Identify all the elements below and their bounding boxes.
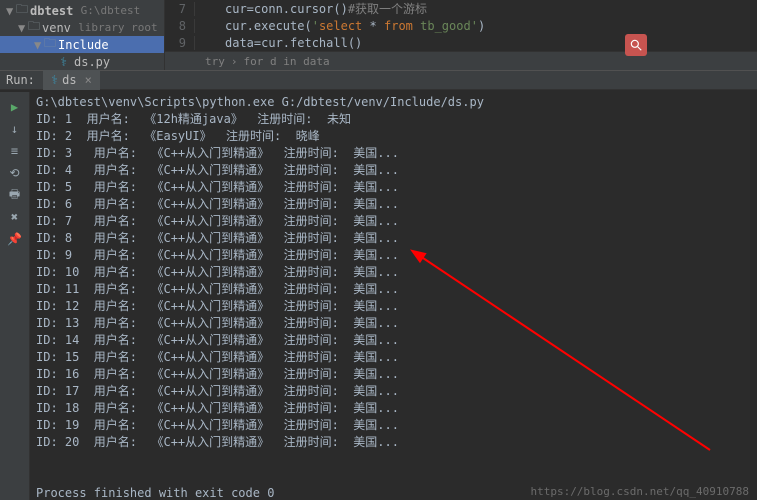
console-cmd: G:\dbtest\venv\Scripts\python.exe G:/dbt… [36,95,484,109]
tree-item[interactable]: ⚕ds.py [0,53,164,70]
python-icon: ⚕ [51,73,58,87]
code-line[interactable]: 9data=cur.fetchall() [165,34,757,51]
print-icon[interactable]: 🖶 [0,184,29,206]
project-root-name: dbtest [30,4,73,18]
rerun-button[interactable]: ▶ [0,96,29,118]
project-root-path: G:\dbtest [81,4,141,17]
stop-icon[interactable]: ✖ [0,206,29,228]
run-label: Run: [6,73,35,87]
close-icon[interactable]: × [85,73,92,87]
crumb-0[interactable]: try [205,55,225,68]
scroll-down-button[interactable]: ↓ [0,118,29,140]
code-line[interactable]: 8cur.execute('select * from tb_good') [165,17,757,34]
rerun-icon[interactable]: ⟲ [0,162,29,184]
watermark: https://blog.csdn.net/qq_40910788 [530,485,749,498]
project-root[interactable]: ▼🗀 dbtest G:\dbtest [0,2,164,19]
console-line: ID: 2 用户名: 《EasyUI》 注册时间: 晓峰 [36,129,320,143]
run-panel-header[interactable]: Run: ⚕ ds × [0,70,757,90]
crumb-1[interactable]: for d in data [244,55,330,68]
breadcrumb[interactable]: try › for d in data [165,51,757,71]
run-toolbar: ▶ ↓ ≡ ⟲ 🖶 ✖ 📌 [0,92,30,500]
pin-icon[interactable]: 📌 [0,228,29,250]
tree-item[interactable]: ▼🗀Include [0,36,164,53]
run-tab[interactable]: ⚕ ds × [43,70,100,90]
project-tree[interactable]: ▼🗀 dbtest G:\dbtest ▼🗀venv library root▼… [0,0,165,70]
console-output[interactable]: G:\dbtest\venv\Scripts\python.exe G:/dbt… [30,92,757,500]
soft-wrap-button[interactable]: ≡ [0,140,29,162]
console-finished: Process finished with exit code 0 [36,486,274,500]
tree-item[interactable]: ▼🗀venv library root [0,19,164,36]
search-icon[interactable] [625,34,647,56]
run-tab-name: ds [62,73,76,87]
editor[interactable]: 7cur=conn.cursor()#获取一个游标8cur.execute('s… [165,0,757,70]
code-line[interactable]: 7cur=conn.cursor()#获取一个游标 [165,0,757,17]
console-line: ID: 1 用户名: 《12h精通java》 注册时间: 未知 [36,112,351,126]
